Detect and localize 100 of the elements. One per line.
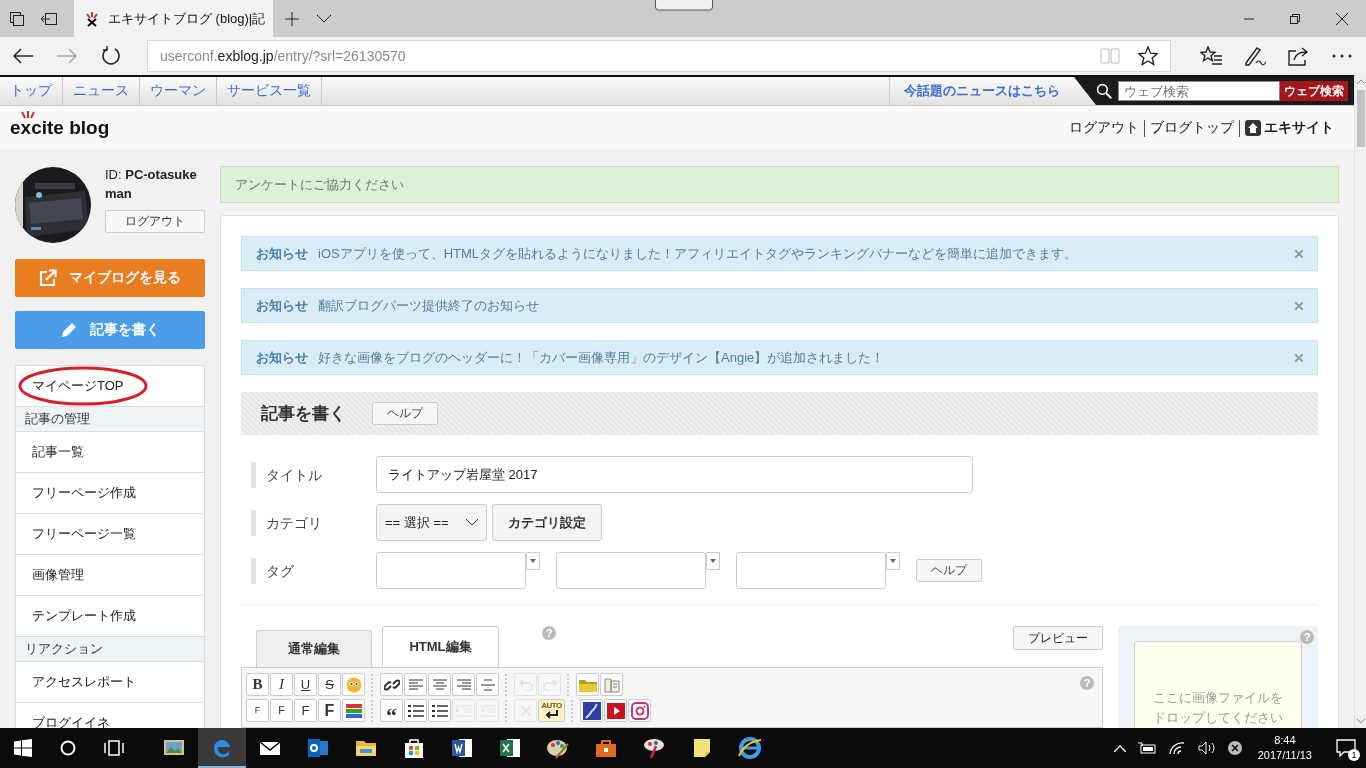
underline-button[interactable]: U — [294, 673, 317, 696]
italic-button[interactable]: I — [270, 673, 293, 696]
pen-icon[interactable] — [1244, 46, 1266, 66]
editor-tab[interactable]: 通常編集 — [256, 630, 372, 667]
font-xs-button[interactable]: F — [246, 699, 269, 722]
home-icon — [1245, 120, 1261, 136]
menu-item[interactable]: テンプレート作成 — [32, 607, 136, 625]
horizontal-rule-icon — [480, 678, 495, 691]
brush-icon — [642, 736, 666, 760]
task-view-icon[interactable] — [104, 740, 124, 756]
tag-field[interactable] — [736, 552, 886, 589]
help-button[interactable]: ヘルプ — [916, 559, 982, 582]
video-button[interactable] — [604, 699, 627, 722]
scrollbar[interactable] — [1354, 75, 1366, 728]
nav-link[interactable]: ニュース — [63, 77, 140, 105]
menu-item[interactable]: 画像管理 — [32, 566, 84, 584]
help-button[interactable]: ヘルプ — [372, 402, 438, 425]
speech-bubble-icon — [1336, 739, 1356, 757]
align-center-icon — [432, 678, 447, 691]
notice-text[interactable]: iOSアプリを使って、HTMLタグを貼れるようになりました！アフィリエイトタグやランキングバナーなどを簡単に追加できます。 — [318, 244, 1285, 263]
notice-text[interactable]: 翻訳ブログパーツ提供終了のお知らせ — [318, 296, 1285, 315]
mail-app-icon — [306, 736, 330, 760]
notice-text[interactable]: 好きな画像をブログのヘッダーに！「カバー画像専用」のデザイン【Angie】が追加されました！ — [318, 348, 1285, 367]
color-button[interactable] — [342, 699, 365, 722]
font-m-button[interactable]: F — [294, 699, 317, 722]
title-field[interactable]: ライトアップ岩屋堂 2017 — [376, 456, 973, 493]
tag-field[interactable] — [376, 552, 526, 589]
circle-icon[interactable] — [60, 740, 76, 756]
scroll-down-icon[interactable] — [1356, 719, 1365, 724]
notification-count: 1 — [1348, 749, 1360, 761]
notification-button[interactable]: 1 — [1326, 728, 1366, 768]
plus-icon[interactable] — [285, 11, 299, 26]
menu-item[interactable]: フリーページ作成 — [32, 484, 136, 502]
menu-item[interactable]: ブログイイネ — [32, 714, 110, 728]
strike-button[interactable]: S — [318, 673, 341, 696]
nav-link[interactable]: ウーマン — [140, 77, 217, 105]
external-link-icon — [39, 269, 57, 287]
font-s-button[interactable]: F — [270, 699, 293, 722]
font-l-button[interactable]: F — [318, 699, 341, 722]
restore-icon[interactable] — [1290, 13, 1300, 24]
drag-handle-icon[interactable] — [655, 0, 713, 11]
browser-tab[interactable]: エキサイトブログ (blog)|記 — [74, 0, 273, 37]
numbers-button[interactable] — [428, 699, 451, 722]
auto-button[interactable]: AUTO — [538, 699, 565, 722]
nav-link[interactable]: トップ — [0, 77, 63, 105]
search-field[interactable]: ウェブ検索 — [1118, 81, 1280, 101]
start-icon[interactable] — [14, 739, 32, 757]
shopping-bag-icon — [402, 736, 426, 760]
news-link[interactable]: 今話題のニュースはこちら — [889, 77, 1074, 105]
quote-button[interactable]: “ — [380, 699, 403, 722]
star-icon[interactable] — [1138, 46, 1158, 66]
back-icon[interactable] — [13, 48, 33, 64]
rule-button[interactable] — [476, 673, 499, 696]
chevron-up-icon[interactable] — [1113, 744, 1126, 752]
editor-tab[interactable]: HTML編集 — [382, 626, 499, 667]
survey-banner[interactable]: アンケートにご協力ください — [220, 166, 1339, 203]
back-tab-icon[interactable] — [41, 12, 57, 25]
chevron-icon[interactable] — [317, 14, 331, 23]
more-icon[interactable] — [1332, 54, 1352, 58]
header-link[interactable]: エキサイト — [1264, 119, 1334, 137]
menu-item[interactable]: アクセスレポート — [32, 673, 136, 691]
nav-link[interactable]: サービス一覧 — [217, 77, 322, 105]
category-settings-button[interactable]: カテゴリ設定 — [492, 504, 602, 541]
pencil-icon — [60, 321, 78, 339]
wifi-icon[interactable] — [1167, 741, 1186, 755]
favorites-icon[interactable] — [1200, 46, 1222, 66]
clock[interactable]: 8:44 2017/11/13 — [1257, 733, 1312, 763]
bulleted-list-icon — [407, 703, 424, 718]
battery-icon[interactable] — [1137, 742, 1156, 754]
bullets-button[interactable] — [404, 699, 427, 722]
logout-button[interactable]: ログアウト — [105, 210, 205, 233]
link-button[interactable] — [380, 673, 403, 696]
smiley-icon — [345, 676, 362, 693]
search-icon — [1096, 81, 1112, 101]
preview-button[interactable]: プレビュー — [1013, 626, 1103, 650]
camera-icon — [630, 701, 649, 720]
spreadsheet-icon — [498, 736, 522, 760]
bold-button[interactable]: B — [246, 673, 269, 696]
refresh-icon[interactable] — [101, 46, 121, 66]
close-icon[interactable] — [1336, 12, 1348, 25]
map-icon — [582, 701, 601, 720]
category-select[interactable]: == 選択 == — [376, 504, 487, 541]
numbered-list-icon — [431, 703, 448, 718]
camera-button[interactable] — [628, 699, 651, 722]
speaker-icon[interactable] — [1197, 741, 1216, 755]
share-icon[interactable] — [1288, 46, 1310, 66]
scroll-thumb[interactable] — [1356, 90, 1365, 147]
address-field[interactable]: userconf.exblog.jp/entry/?srl=26130570 — [147, 40, 1171, 72]
header-link[interactable]: ブログトップ — [1150, 119, 1234, 137]
tabs-icon[interactable] — [10, 11, 24, 26]
header-link[interactable]: ログアウト — [1069, 119, 1139, 137]
folder-icon — [578, 677, 597, 692]
map-button[interactable] — [580, 699, 603, 722]
scroll-up-icon[interactable] — [1356, 79, 1365, 84]
menu-item[interactable]: 記事一覧 — [32, 443, 84, 461]
search-button[interactable]: ウェブ検索 — [1280, 81, 1348, 101]
video-icon — [606, 702, 625, 719]
error-icon[interactable] — [1227, 741, 1242, 755]
tag-field[interactable] — [556, 552, 706, 589]
menu-item[interactable]: フリーページ一覧 — [32, 525, 136, 543]
